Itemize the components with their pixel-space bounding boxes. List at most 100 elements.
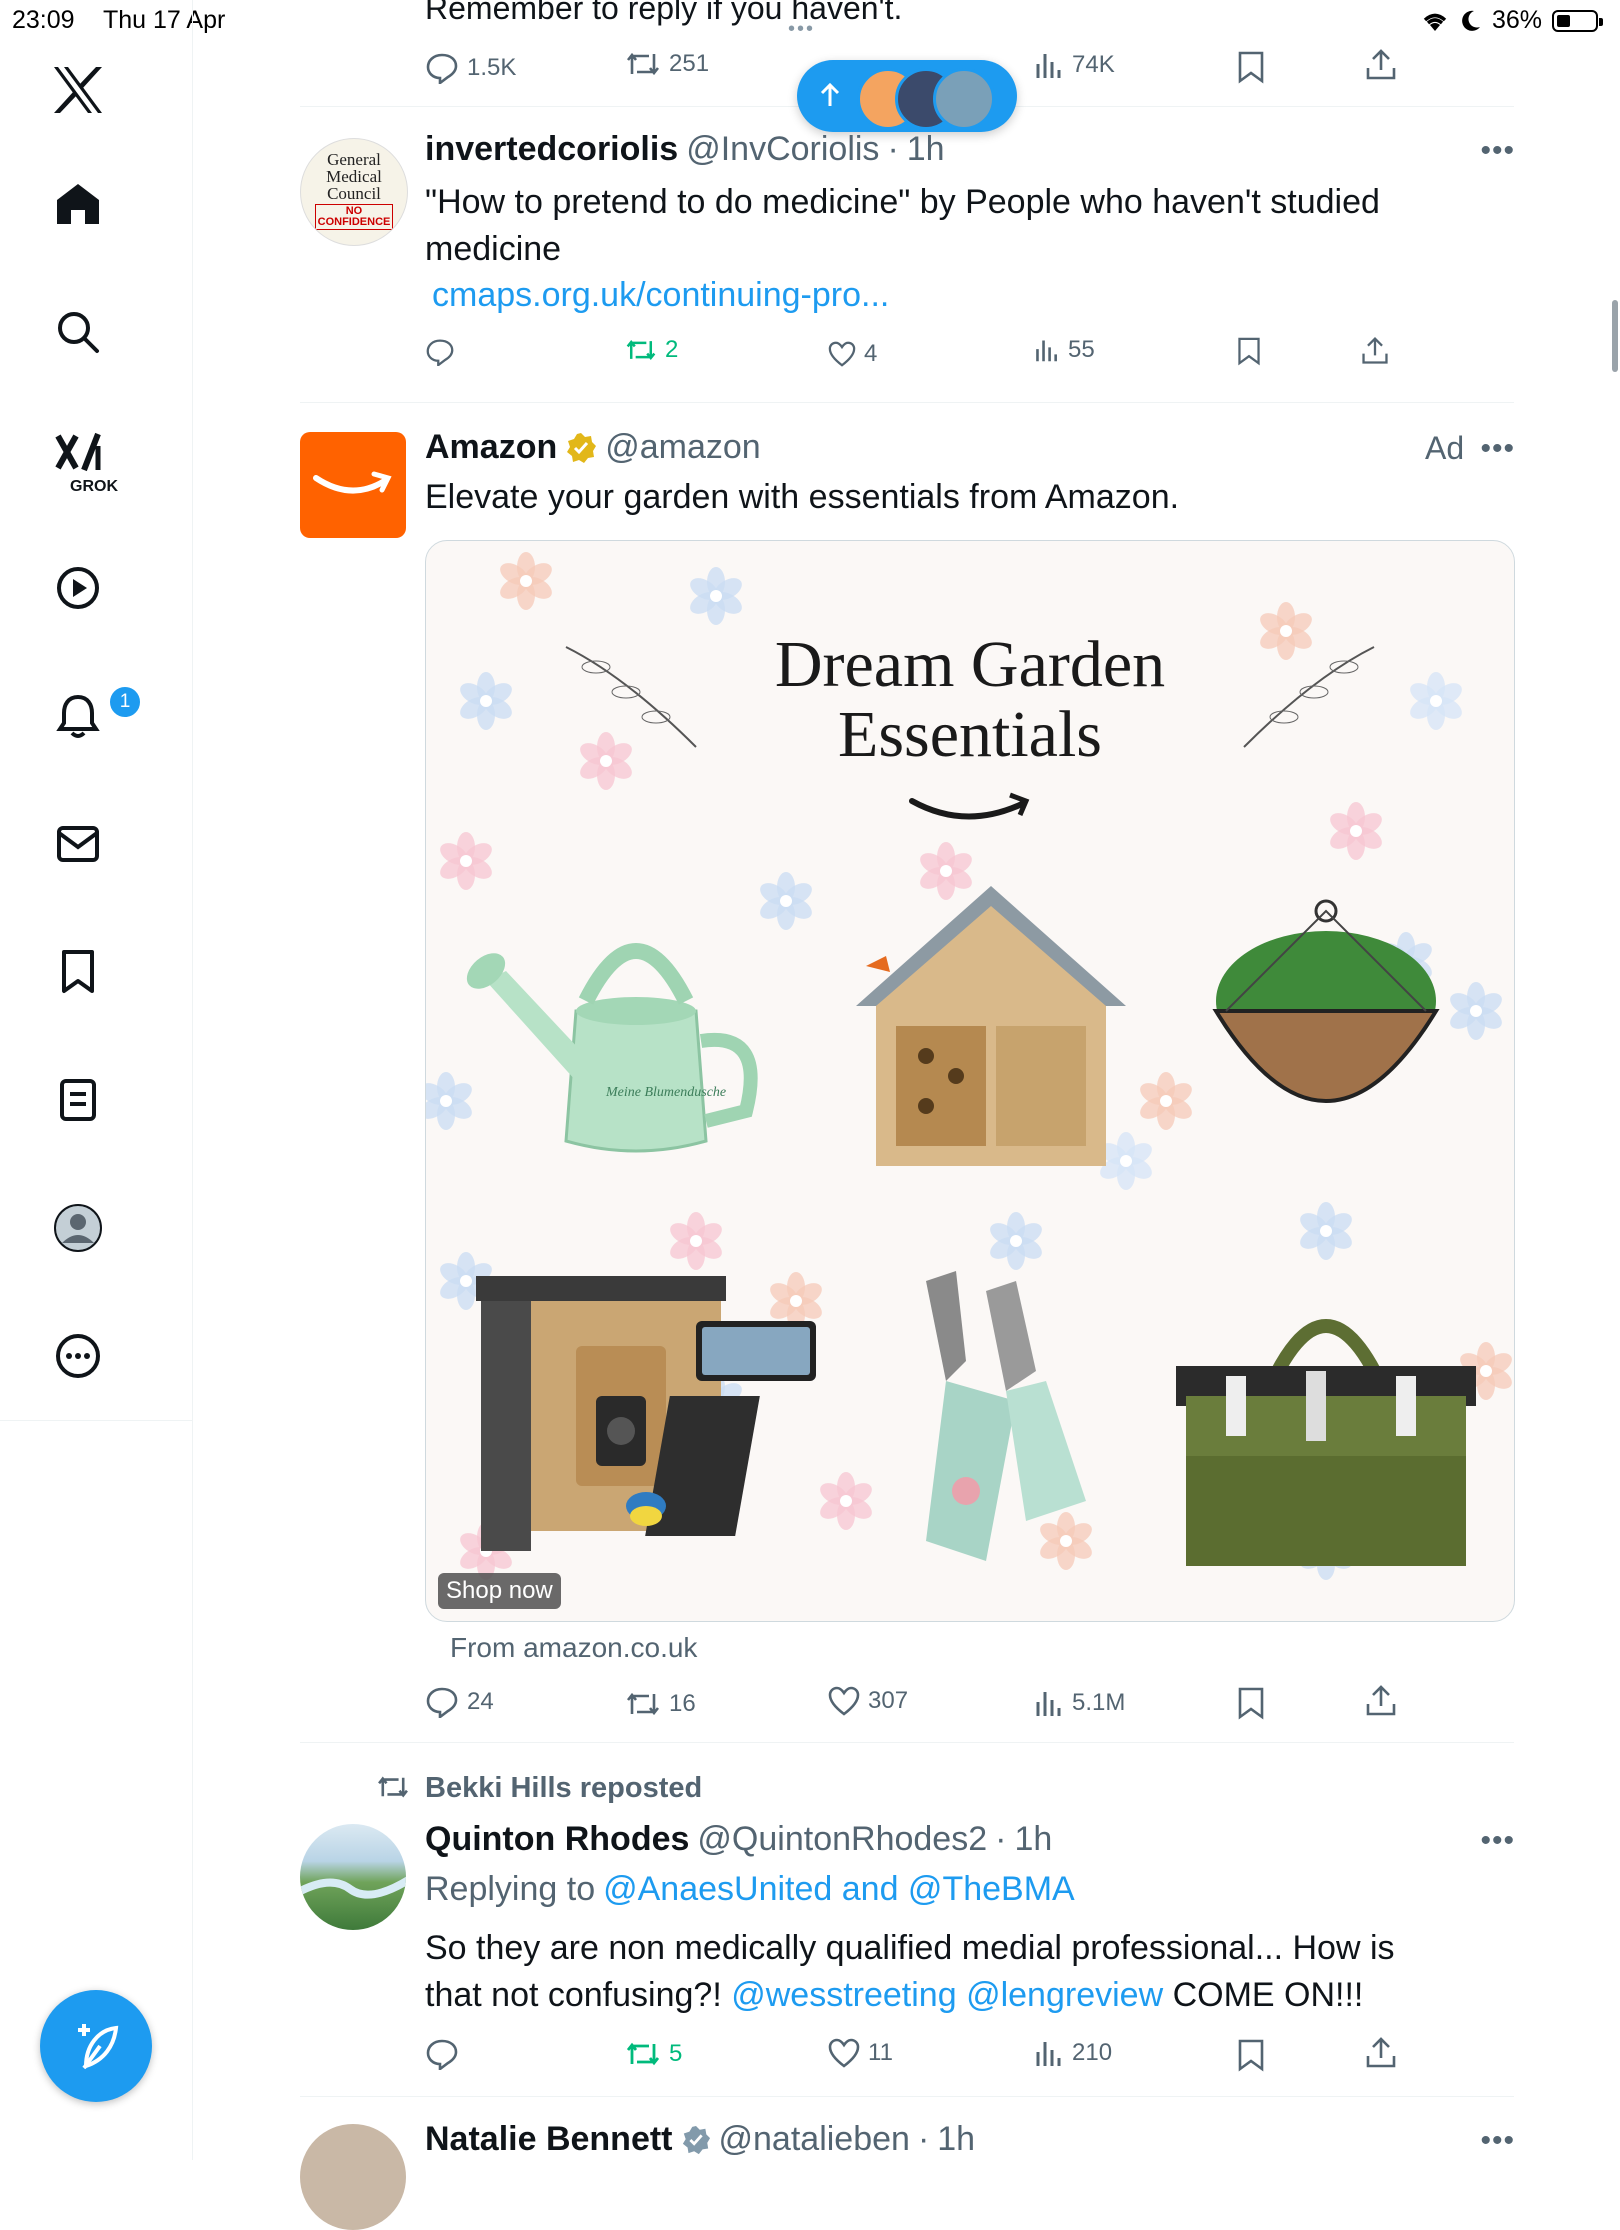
shop-now-button[interactable]: Shop now — [438, 1573, 561, 1609]
amazon-avatar[interactable] — [300, 432, 406, 538]
mention-link[interactable]: @wesstreeting — [731, 1976, 956, 2014]
reply-button[interactable]: 1.5K — [425, 52, 516, 84]
views-chart-icon — [1034, 50, 1064, 80]
amazon-smile-icon — [906, 791, 1036, 831]
reply-button[interactable]: 24 — [425, 1686, 494, 1718]
author-handle[interactable]: @QuintonRhodes2 — [697, 1820, 987, 1859]
flower-center — [1350, 825, 1362, 837]
replying-to-users[interactable]: @AnaesUnited and @TheBMA — [603, 1870, 1075, 1909]
compose-post-button[interactable] — [40, 1990, 152, 2102]
heart-icon — [828, 341, 856, 367]
more-circle-icon[interactable] — [38, 1316, 118, 1396]
share-icon[interactable] — [1364, 2036, 1398, 2070]
reply-button[interactable] — [425, 338, 455, 366]
views-button[interactable]: 55 — [1034, 336, 1095, 364]
bookmark-icon[interactable] — [1236, 50, 1266, 84]
arrow-up-icon — [817, 80, 843, 110]
video-play-icon[interactable] — [38, 548, 118, 628]
bookmark-icon[interactable] — [1236, 1686, 1266, 1720]
compose-feather-icon — [70, 2020, 122, 2072]
views-count: 74K — [1072, 51, 1115, 78]
post-avatar[interactable] — [300, 1824, 406, 1930]
repost-button[interactable]: 5 — [625, 2040, 682, 2068]
status-icons: 36% — [1420, 6, 1603, 35]
more-options-icon[interactable]: ••• — [1480, 432, 1515, 466]
separator-dot: · — [995, 1820, 1007, 1858]
views-chart-icon — [1034, 1688, 1064, 1718]
bird-feeder-camera-image — [476, 1276, 816, 1576]
replying-to: Replying to @AnaesUnited and @TheBMA — [425, 1870, 1075, 1909]
flower-center — [1010, 1235, 1022, 1247]
heart-icon — [828, 1686, 860, 1716]
notifications-badge: 1 — [108, 685, 142, 719]
repost-button[interactable]: 2 — [625, 336, 678, 364]
notifications-bell-icon[interactable] — [38, 676, 118, 756]
home-icon[interactable] — [38, 164, 118, 244]
post-avatar[interactable]: General Medical Council NO CONFIDENCE — [300, 138, 408, 246]
lists-icon[interactable] — [38, 1060, 118, 1140]
flower-center — [690, 1235, 702, 1247]
insect-hotel-image — [846, 876, 1136, 1176]
grok-label: GROK — [70, 478, 118, 495]
author-name[interactable]: Quinton Rhodes — [425, 1820, 689, 1859]
heart-icon — [828, 2038, 860, 2068]
x-logo-icon[interactable] — [38, 50, 118, 130]
author-handle[interactable]: @amazon — [605, 428, 760, 467]
search-icon[interactable] — [38, 292, 118, 372]
like-button[interactable]: 4 — [828, 340, 877, 368]
author-name[interactable]: Natalie Bennett — [425, 2120, 673, 2159]
repost-count: 5 — [669, 2040, 683, 2067]
repost-icon — [625, 2040, 661, 2068]
flower-center — [1320, 1225, 1332, 1237]
like-count: 11 — [868, 2039, 893, 2066]
replying-prefix: Replying to — [425, 1870, 596, 1908]
author-name[interactable]: invertedcoriolis — [425, 130, 678, 169]
avatar-text: Medical — [326, 167, 382, 186]
more-options-icon[interactable]: ••• — [1480, 134, 1515, 168]
watering-can-text: Meine Blumendusche — [605, 1085, 726, 1100]
like-count: 4 — [864, 340, 878, 367]
views-button[interactable]: 74K — [1034, 50, 1115, 80]
ad-source[interactable]: From amazon.co.uk — [450, 1632, 697, 1664]
watering-can-image: Meine Blumendusche — [456, 891, 766, 1171]
author-handle[interactable]: @InvCoriolis — [686, 130, 879, 169]
share-icon[interactable] — [1364, 1684, 1398, 1718]
leaf-branch-icon — [1234, 637, 1384, 757]
post-header: invertedcoriolis @InvCoriolis · 1h — [425, 130, 945, 169]
bookmark-icon[interactable] — [1236, 336, 1262, 366]
like-count: 307 — [868, 1687, 909, 1714]
new-posts-pill[interactable] — [797, 60, 1017, 132]
mention-link[interactable]: @lengreview — [966, 1976, 1163, 2014]
pill-avatar — [933, 68, 995, 130]
post-avatar[interactable] — [300, 2124, 406, 2230]
author-name[interactable]: Amazon — [425, 428, 557, 467]
post-link[interactable]: cmaps.org.uk/continuing-pro... — [432, 272, 1432, 319]
separator-dot: · — [887, 130, 899, 168]
share-icon[interactable] — [1364, 48, 1398, 82]
battery-icon — [1552, 9, 1603, 32]
share-icon[interactable] — [1360, 336, 1390, 366]
repost-button[interactable]: 251 — [625, 50, 709, 78]
more-options-icon[interactable]: ••• — [1480, 2124, 1515, 2158]
like-button[interactable]: 307 — [828, 1686, 908, 1716]
avatar-text: CONFIDENCE — [317, 216, 391, 228]
scrollbar[interactable] — [1612, 300, 1618, 372]
reposted-by[interactable]: Bekki Hills reposted — [425, 1772, 702, 1805]
reply-button[interactable] — [425, 2038, 459, 2070]
ad-media-card[interactable]: Dream Garden Essentials Meine Blumendusc… — [425, 540, 1515, 1622]
views-count: 55 — [1068, 336, 1095, 363]
views-button[interactable]: 5.1M — [1034, 1688, 1125, 1718]
author-handle[interactable]: @natalieben — [719, 2120, 910, 2159]
repost-button[interactable]: 16 — [625, 1690, 696, 1718]
hanging-basket-image — [1196, 891, 1456, 1151]
post-header: Natalie Bennett @natalieben · 1h — [425, 2120, 975, 2159]
messages-mail-icon[interactable] — [38, 804, 118, 884]
bookmarks-icon[interactable] — [38, 932, 118, 1012]
views-button[interactable]: 210 — [1034, 2038, 1112, 2068]
bookmark-icon[interactable] — [1236, 2038, 1266, 2072]
post-divider — [300, 1742, 1514, 1743]
like-button[interactable]: 11 — [828, 2038, 893, 2068]
profile-avatar-icon[interactable] — [38, 1188, 118, 1268]
pill-grabber: ••• — [788, 18, 816, 40]
more-options-icon[interactable]: ••• — [1480, 1824, 1515, 1858]
